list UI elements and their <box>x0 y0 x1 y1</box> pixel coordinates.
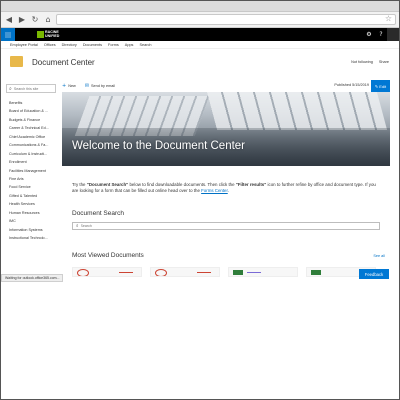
document-card[interactable] <box>228 267 298 277</box>
most-viewed-heading: Most Viewed Documents <box>72 252 144 259</box>
app-launcher-button[interactable] <box>1 28 15 41</box>
pencil-icon: ✎ <box>374 83 379 89</box>
tab-strip <box>1 1 399 12</box>
topnav-directory[interactable]: Directory <box>62 43 77 47</box>
topnav-apps[interactable]: Apps <box>125 43 134 47</box>
document-thumbnail-text <box>197 272 211 273</box>
intro-filter-emphasis: "Filter results" <box>235 182 267 187</box>
leftnav-item-enrollment[interactable]: Enrollment <box>6 158 56 166</box>
hero-image-folders-right <box>206 92 388 130</box>
leftnav-item-budgets-finance[interactable]: Budgets & Finance <box>6 116 56 124</box>
user-avatar[interactable] <box>387 28 399 41</box>
edit-button[interactable]: ✎ Edit <box>371 80 390 92</box>
leftnav-item-information-systems[interactable]: Information Systems <box>6 226 56 234</box>
settings-gear-icon[interactable]: ⚙ <box>363 28 375 41</box>
help-icon[interactable]: ? <box>375 28 387 41</box>
leftnav-item-benefits[interactable]: Benefits <box>6 99 56 107</box>
share-button[interactable]: Share <box>379 60 389 64</box>
browser-window: ◀ ▶ ↻ ⌂ ☆ RACINE UNIFIED ⚙ ? Employee Po… <box>0 0 400 400</box>
main-content: + New ✉ Send by email Published 5/15/201… <box>62 80 390 277</box>
document-card[interactable] <box>150 267 220 277</box>
forward-icon[interactable]: ▶ <box>17 15 27 25</box>
leftnav-item-instructional-tech[interactable]: Instructional Technolo... <box>6 234 56 242</box>
hero-title: Welcome to the Document Center <box>72 140 246 152</box>
most-viewed-cards <box>62 267 390 277</box>
leftnav-item-chief-academic[interactable]: Chief Academic Office <box>6 133 56 141</box>
leftnav-item-food-service[interactable]: Food Service <box>6 183 56 191</box>
document-search-box[interactable]: ⌕ <box>72 222 380 230</box>
page-blank-area <box>1 284 399 399</box>
site-search-input[interactable] <box>13 86 52 91</box>
leftnav-item-gifted-talented[interactable]: Gifted & Talented <box>6 192 56 200</box>
forms-center-link[interactable]: Forms Center <box>201 188 228 193</box>
bookmark-star-icon[interactable]: ☆ <box>385 14 392 23</box>
most-viewed-header: Most Viewed Documents See all <box>62 252 390 262</box>
site-header: Document Center Not following Share <box>1 49 399 76</box>
leftnav-item-imc[interactable]: IMC <box>6 217 56 225</box>
topnav-documents[interactable]: Documents <box>83 43 102 47</box>
leftnav-item-fine-arts[interactable]: Fine Arts <box>6 175 56 183</box>
document-search-heading: Document Search <box>72 210 125 217</box>
brand-mark-icon <box>37 31 44 38</box>
header-actions: Not following Share <box>351 60 389 64</box>
intro-part-c: below to find downloadable documents. Th… <box>128 182 236 187</box>
send-by-email-button[interactable]: ✉ Send by email <box>85 83 115 89</box>
top-navigation: Employee Portal Offices Directory Docume… <box>1 41 399 49</box>
topnav-employee-portal[interactable]: Employee Portal <box>10 43 38 47</box>
leftnav-item-board-of-education[interactable]: Board of Education & ... <box>6 107 56 115</box>
leftnav-item-health-services[interactable]: Health Services <box>6 200 56 208</box>
suite-bar: RACINE UNIFIED ⚙ ? <box>1 28 399 41</box>
document-thumbnail-seal <box>155 269 167 276</box>
document-thumbnail-text <box>119 272 133 273</box>
back-icon[interactable]: ◀ <box>4 15 14 25</box>
document-thumbnail-seal <box>77 269 89 276</box>
leftnav-item-facilities[interactable]: Facilities Management <box>6 167 56 175</box>
leftnav-item-curriculum[interactable]: Curriculum & Instructi... <box>6 150 56 158</box>
document-card[interactable] <box>72 267 142 277</box>
search-icon: ⌕ <box>76 224 79 229</box>
command-bar: + New ✉ Send by email Published 5/15/201… <box>62 80 390 92</box>
new-label: New <box>68 84 76 88</box>
document-thumbnail-text <box>247 272 261 273</box>
brand-logo[interactable]: RACINE UNIFIED <box>37 30 60 38</box>
new-button[interactable]: + New <box>62 83 76 89</box>
home-icon[interactable]: ⌂ <box>43 15 53 25</box>
site-search-box[interactable]: ⌕ <box>6 84 56 93</box>
not-following-button[interactable]: Not following <box>351 60 373 64</box>
document-thumbnail-logo <box>233 270 243 275</box>
leftnav-item-communications[interactable]: Communications & Fa... <box>6 141 56 149</box>
browser-status-bar: Waiting for outlook.office365.com... <box>1 274 64 282</box>
topnav-forms[interactable]: Forms <box>108 43 119 47</box>
left-navigation: ⌕ Benefits Board of Education & ... Budg… <box>6 84 56 242</box>
left-nav-list: Benefits Board of Education & ... Budget… <box>6 99 56 242</box>
edit-label: Edit <box>379 83 387 89</box>
search-icon: ⌕ <box>9 85 12 92</box>
see-all-link[interactable]: See all <box>373 254 385 258</box>
intro-text: Try the "Document Search" below to find … <box>62 182 390 194</box>
send-label: Send by email <box>91 84 116 88</box>
site-title[interactable]: Document Center <box>32 58 95 67</box>
intro-doc-search-emphasis: "Document Search" <box>86 182 129 187</box>
address-bar[interactable]: ☆ <box>56 14 396 25</box>
document-thumbnail-logo <box>311 270 321 275</box>
leftnav-item-human-resources[interactable]: Human Resources <box>6 209 56 217</box>
feedback-button[interactable]: Feedback <box>359 269 389 279</box>
topnav-search[interactable]: Search <box>139 43 151 47</box>
brand-line-2: UNIFIED <box>45 33 60 38</box>
published-date: Published 5/15/2019 <box>334 83 369 87</box>
reload-icon[interactable]: ↻ <box>30 15 40 25</box>
browser-toolbar: ◀ ▶ ↻ ⌂ ☆ <box>1 12 399 28</box>
site-logo-icon[interactable] <box>10 56 23 67</box>
intro-part-a: Try the <box>72 182 87 187</box>
document-search-input[interactable] <box>80 224 371 228</box>
plus-icon: + <box>62 83 67 89</box>
topnav-offices[interactable]: Offices <box>44 43 56 47</box>
suite-icons: ⚙ ? <box>363 28 399 41</box>
intro-part-f: . <box>227 188 229 193</box>
leftnav-item-career-technical[interactable]: Career & Technical Ed... <box>6 124 56 132</box>
hero-banner: Welcome to the Document Center <box>62 92 390 166</box>
waffle-icon <box>5 31 11 38</box>
mail-icon: ✉ <box>84 83 90 89</box>
